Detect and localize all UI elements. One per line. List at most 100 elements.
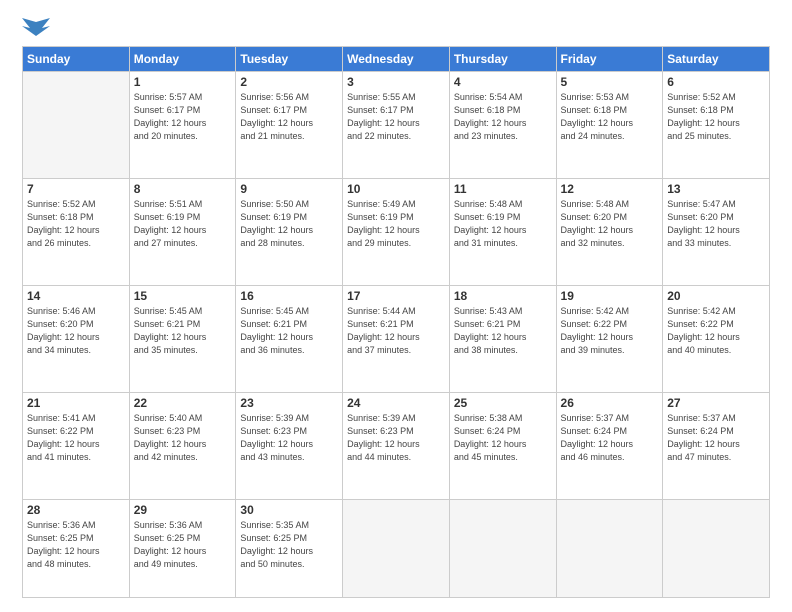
- day-number: 30: [240, 503, 338, 517]
- day-number: 15: [134, 289, 232, 303]
- calendar-cell: 19Sunrise: 5:42 AM Sunset: 6:22 PM Dayli…: [556, 285, 663, 392]
- calendar-header-friday: Friday: [556, 47, 663, 72]
- calendar-cell: 15 Sunrise: 5:45 AM Sunset: 6:21 PM Dayli…: [129, 285, 236, 392]
- day-info: Sunrise: 5:55 AM Sunset: 6:17 PM Dayligh…: [347, 91, 445, 143]
- calendar-week-2: 7Sunrise: 5:52 AM Sunset: 6:18 PM Daylig…: [23, 178, 770, 285]
- calendar-cell: 12 Sunrise: 5:48 AM Sunset: 6:20 PM Dayli…: [556, 178, 663, 285]
- calendar-header-monday: Monday: [129, 47, 236, 72]
- day-number: 25: [454, 396, 552, 410]
- calendar-cell: 3 Sunrise: 5:55 AM Sunset: 6:17 PM Daylig…: [343, 72, 450, 179]
- calendar-cell: 30 Sunrise: 5:35 AM Sunset: 6:25 PM Dayli…: [236, 499, 343, 597]
- day-number: 3: [347, 75, 445, 89]
- calendar-week-5: 28 Sunrise: 5:36 AM Sunset: 6:25 PM Dayli…: [23, 499, 770, 597]
- calendar-cell: 17Sunrise: 5:44 AM Sunset: 6:21 PM Dayli…: [343, 285, 450, 392]
- day-info: Sunrise: 5:45 AM Sunset: 6:21 PM Dayligh…: [134, 305, 232, 357]
- day-info: Sunrise: 5:45 AM Sunset: 6:21 PM Dayligh…: [240, 305, 338, 357]
- day-number: 18: [454, 289, 552, 303]
- calendar-cell: 1 Sunrise: 5:57 AM Sunset: 6:17 PM Daylig…: [129, 72, 236, 179]
- day-info: Sunrise: 5:48 AM Sunset: 6:20 PM Dayligh…: [561, 198, 659, 250]
- calendar-cell: 16 Sunrise: 5:45 AM Sunset: 6:21 PM Dayli…: [236, 285, 343, 392]
- logo-icon: [22, 18, 50, 40]
- day-number: 5: [561, 75, 659, 89]
- calendar-header-tuesday: Tuesday: [236, 47, 343, 72]
- calendar-cell: [23, 72, 130, 179]
- calendar-cell: 26Sunrise: 5:37 AM Sunset: 6:24 PM Dayli…: [556, 392, 663, 499]
- day-info: Sunrise: 5:52 AM Sunset: 6:18 PM Dayligh…: [667, 91, 765, 143]
- day-number: 21: [27, 396, 125, 410]
- day-number: 1: [134, 75, 232, 89]
- day-info: Sunrise: 5:47 AM Sunset: 6:20 PM Dayligh…: [667, 198, 765, 250]
- day-number: 13: [667, 182, 765, 196]
- day-info: Sunrise: 5:56 AM Sunset: 6:17 PM Dayligh…: [240, 91, 338, 143]
- header: [22, 18, 770, 40]
- calendar-header-thursday: Thursday: [449, 47, 556, 72]
- day-info: Sunrise: 5:36 AM Sunset: 6:25 PM Dayligh…: [27, 519, 125, 571]
- day-number: 22: [134, 396, 232, 410]
- calendar-week-1: 1 Sunrise: 5:57 AM Sunset: 6:17 PM Daylig…: [23, 72, 770, 179]
- calendar-cell: 28 Sunrise: 5:36 AM Sunset: 6:25 PM Dayli…: [23, 499, 130, 597]
- calendar-week-4: 21 Sunrise: 5:41 AM Sunset: 6:22 PM Dayli…: [23, 392, 770, 499]
- day-number: 24: [347, 396, 445, 410]
- calendar-cell: 11 Sunrise: 5:48 AM Sunset: 6:19 PM Dayli…: [449, 178, 556, 285]
- calendar-cell: [449, 499, 556, 597]
- logo: [22, 18, 54, 40]
- calendar-header-sunday: Sunday: [23, 47, 130, 72]
- calendar-cell: [556, 499, 663, 597]
- day-number: 17: [347, 289, 445, 303]
- calendar-cell: 20 Sunrise: 5:42 AM Sunset: 6:22 PM Dayli…: [663, 285, 770, 392]
- calendar-cell: 22 Sunrise: 5:40 AM Sunset: 6:23 PM Dayli…: [129, 392, 236, 499]
- day-info: Sunrise: 5:37 AM Sunset: 6:24 PM Dayligh…: [667, 412, 765, 464]
- day-number: 27: [667, 396, 765, 410]
- calendar-cell: 21 Sunrise: 5:41 AM Sunset: 6:22 PM Dayli…: [23, 392, 130, 499]
- calendar-cell: 25 Sunrise: 5:38 AM Sunset: 6:24 PM Dayli…: [449, 392, 556, 499]
- day-number: 28: [27, 503, 125, 517]
- calendar-cell: 7Sunrise: 5:52 AM Sunset: 6:18 PM Daylig…: [23, 178, 130, 285]
- calendar-cell: 24 Sunrise: 5:39 AM Sunset: 6:23 PM Dayli…: [343, 392, 450, 499]
- day-info: Sunrise: 5:37 AM Sunset: 6:24 PM Dayligh…: [561, 412, 659, 464]
- calendar-cell: 2 Sunrise: 5:56 AM Sunset: 6:17 PM Daylig…: [236, 72, 343, 179]
- day-number: 11: [454, 182, 552, 196]
- day-info: Sunrise: 5:41 AM Sunset: 6:22 PM Dayligh…: [27, 412, 125, 464]
- calendar-cell: 9Sunrise: 5:50 AM Sunset: 6:19 PM Daylig…: [236, 178, 343, 285]
- day-info: Sunrise: 5:35 AM Sunset: 6:25 PM Dayligh…: [240, 519, 338, 571]
- day-number: 16: [240, 289, 338, 303]
- day-info: Sunrise: 5:38 AM Sunset: 6:24 PM Dayligh…: [454, 412, 552, 464]
- day-info: Sunrise: 5:46 AM Sunset: 6:20 PM Dayligh…: [27, 305, 125, 357]
- calendar-cell: 10Sunrise: 5:49 AM Sunset: 6:19 PM Dayli…: [343, 178, 450, 285]
- day-info: Sunrise: 5:50 AM Sunset: 6:19 PM Dayligh…: [240, 198, 338, 250]
- day-number: 20: [667, 289, 765, 303]
- calendar-week-3: 14 Sunrise: 5:46 AM Sunset: 6:20 PM Dayli…: [23, 285, 770, 392]
- day-number: 10: [347, 182, 445, 196]
- calendar-header-row: SundayMondayTuesdayWednesdayThursdayFrid…: [23, 47, 770, 72]
- calendar-table: SundayMondayTuesdayWednesdayThursdayFrid…: [22, 46, 770, 598]
- day-number: 23: [240, 396, 338, 410]
- day-info: Sunrise: 5:54 AM Sunset: 6:18 PM Dayligh…: [454, 91, 552, 143]
- calendar-cell: 13 Sunrise: 5:47 AM Sunset: 6:20 PM Dayli…: [663, 178, 770, 285]
- day-info: Sunrise: 5:36 AM Sunset: 6:25 PM Dayligh…: [134, 519, 232, 571]
- day-info: Sunrise: 5:53 AM Sunset: 6:18 PM Dayligh…: [561, 91, 659, 143]
- calendar-cell: 5 Sunrise: 5:53 AM Sunset: 6:18 PM Daylig…: [556, 72, 663, 179]
- calendar-cell: 4 Sunrise: 5:54 AM Sunset: 6:18 PM Daylig…: [449, 72, 556, 179]
- calendar-header-wednesday: Wednesday: [343, 47, 450, 72]
- calendar-cell: [663, 499, 770, 597]
- day-number: 12: [561, 182, 659, 196]
- day-number: 14: [27, 289, 125, 303]
- day-info: Sunrise: 5:39 AM Sunset: 6:23 PM Dayligh…: [347, 412, 445, 464]
- day-number: 2: [240, 75, 338, 89]
- day-info: Sunrise: 5:57 AM Sunset: 6:17 PM Dayligh…: [134, 91, 232, 143]
- day-info: Sunrise: 5:42 AM Sunset: 6:22 PM Dayligh…: [667, 305, 765, 357]
- calendar-cell: 8Sunrise: 5:51 AM Sunset: 6:19 PM Daylig…: [129, 178, 236, 285]
- day-number: 4: [454, 75, 552, 89]
- calendar-cell: 6Sunrise: 5:52 AM Sunset: 6:18 PM Daylig…: [663, 72, 770, 179]
- day-info: Sunrise: 5:39 AM Sunset: 6:23 PM Dayligh…: [240, 412, 338, 464]
- calendar-cell: [343, 499, 450, 597]
- day-info: Sunrise: 5:43 AM Sunset: 6:21 PM Dayligh…: [454, 305, 552, 357]
- calendar-header-saturday: Saturday: [663, 47, 770, 72]
- day-info: Sunrise: 5:40 AM Sunset: 6:23 PM Dayligh…: [134, 412, 232, 464]
- day-info: Sunrise: 5:42 AM Sunset: 6:22 PM Dayligh…: [561, 305, 659, 357]
- calendar-cell: 27 Sunrise: 5:37 AM Sunset: 6:24 PM Dayli…: [663, 392, 770, 499]
- day-info: Sunrise: 5:48 AM Sunset: 6:19 PM Dayligh…: [454, 198, 552, 250]
- calendar-cell: 29Sunrise: 5:36 AM Sunset: 6:25 PM Dayli…: [129, 499, 236, 597]
- page: SundayMondayTuesdayWednesdayThursdayFrid…: [0, 0, 792, 612]
- day-info: Sunrise: 5:51 AM Sunset: 6:19 PM Dayligh…: [134, 198, 232, 250]
